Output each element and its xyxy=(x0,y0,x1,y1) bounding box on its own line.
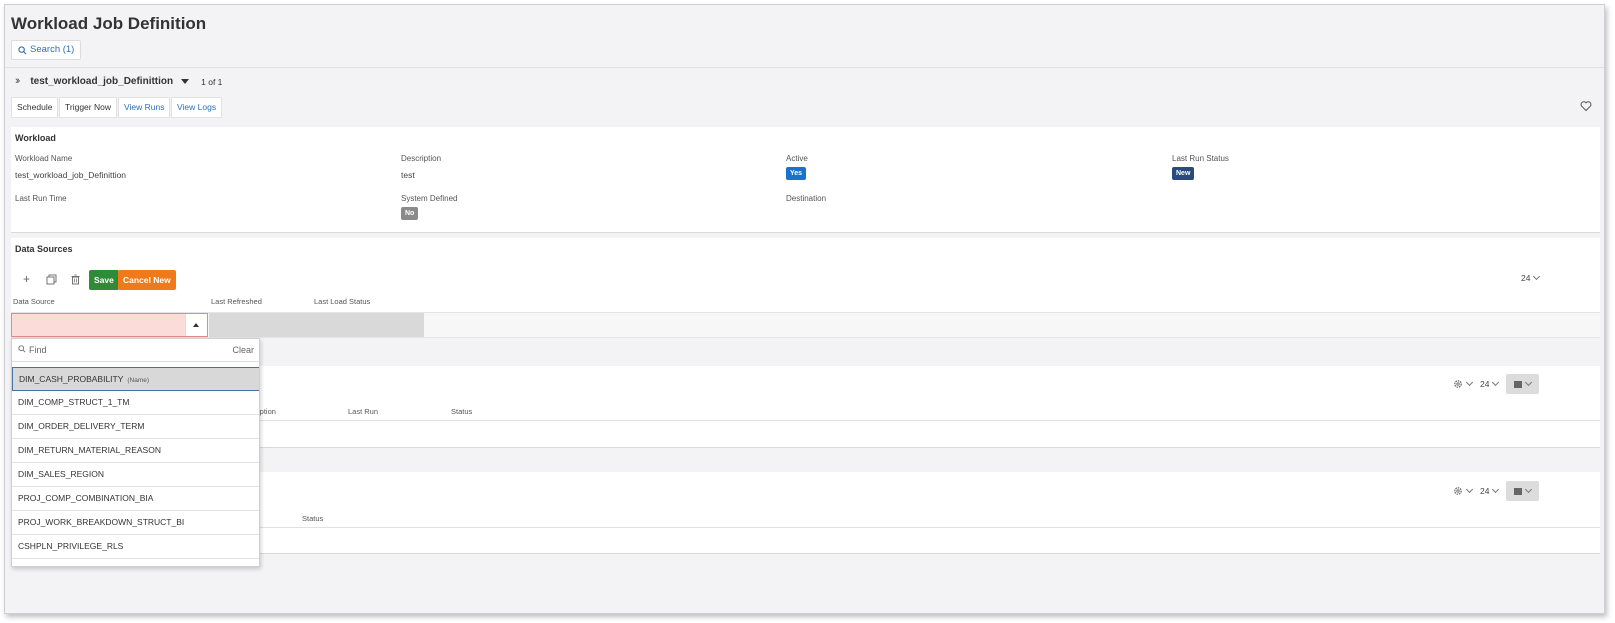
last-load-status-cell xyxy=(311,313,424,337)
caret-down-icon[interactable] xyxy=(181,78,190,84)
section-2-toolbar: 24 xyxy=(1453,374,1540,394)
column-header-last-refreshed[interactable]: Last Refreshed xyxy=(211,297,262,306)
chevron-down-icon xyxy=(1492,485,1500,494)
page-size-selector[interactable]: 24 xyxy=(1521,272,1541,283)
dropdown-option[interactable]: DIM_CASH_PROBABILITY (Name) xyxy=(12,367,259,391)
section-2-page-size-value: 24 xyxy=(1480,379,1490,389)
column-header-data-source[interactable]: Data Source xyxy=(13,297,55,306)
data-source-dropdown-list: Find Clear DIM_CASH_PROBABILITY (Name) DI… xyxy=(11,338,260,567)
dropdown-option[interactable]: PROJ_COMP_COMBINATION_BIA xyxy=(12,487,259,511)
last-run-status-label: Last Run Status xyxy=(1172,154,1229,163)
search-button[interactable]: Search (1) xyxy=(11,40,82,60)
column-header-status[interactable]: Status xyxy=(302,514,323,523)
divider xyxy=(5,67,1604,68)
delete-icon[interactable] xyxy=(70,274,81,285)
dropdown-option[interactable]: DIM_COMP_STRUCT_1_TM xyxy=(12,391,259,415)
search-button-label: Search (1) xyxy=(30,44,75,55)
description-value: test xyxy=(401,170,415,180)
system-defined-label: System Defined xyxy=(401,194,458,203)
page-size-value: 24 xyxy=(1521,273,1531,283)
last-refreshed-cell xyxy=(209,313,311,337)
option-hint: (Name) xyxy=(127,377,150,384)
duplicate-icon[interactable] xyxy=(46,274,57,285)
chevron-down-icon xyxy=(1525,485,1533,494)
active-badge: Yes xyxy=(786,167,807,180)
column-header-description-partial[interactable]: iption xyxy=(258,407,276,416)
section-2-page-size[interactable]: 24 xyxy=(1480,378,1500,389)
dropdown-find-bar: Find Clear xyxy=(12,339,259,362)
find-input[interactable]: Find xyxy=(29,345,47,355)
trigger-now-button[interactable]: Trigger Now xyxy=(59,97,117,118)
workload-name-label: Workload Name xyxy=(15,154,73,163)
record-title[interactable]: test_workload_job_Definittion xyxy=(30,76,173,87)
dropdown-toggle-button[interactable] xyxy=(185,314,207,336)
clear-button[interactable]: Clear xyxy=(232,345,254,355)
dropdown-option[interactable]: DIM_SALES_REGION xyxy=(12,463,259,487)
column-header-status[interactable]: Status xyxy=(451,407,472,416)
grid-icon xyxy=(1514,487,1523,495)
cancel-new-button[interactable]: Cancel New xyxy=(118,270,176,290)
dropdown-option[interactable]: CSHPLN_PRIVILEGE_RLS xyxy=(12,535,259,559)
description-label: Description xyxy=(401,154,442,163)
add-icon[interactable]: + xyxy=(21,273,32,285)
grid-view-button[interactable] xyxy=(1506,374,1540,394)
active-label: Active xyxy=(786,154,808,163)
record-selector: ›› test_workload_job_Definittion 1 of 1 xyxy=(15,75,222,87)
record-count: 1 of 1 xyxy=(201,77,223,87)
dropdown-option[interactable]: PROJ_WORK_BREAKDOWN_STRUCT_BI xyxy=(12,511,259,535)
view-runs-button[interactable]: View Runs xyxy=(118,97,171,118)
data-source-combobox[interactable] xyxy=(11,313,208,337)
search-icon xyxy=(18,345,26,353)
data-sources-title: Data Sources xyxy=(15,244,73,254)
settings-gear-icon[interactable] xyxy=(1453,485,1474,496)
dropdown-option[interactable]: DIM_ORDER_DELIVERY_TERM xyxy=(12,415,259,439)
save-button[interactable]: Save xyxy=(89,270,119,290)
workload-panel-title: Workload xyxy=(15,133,56,143)
section-3-page-size[interactable]: 24 xyxy=(1480,485,1500,496)
column-header-last-run[interactable]: Last Run xyxy=(348,407,378,416)
view-logs-button[interactable]: View Logs xyxy=(171,97,223,118)
grid-view-button[interactable] xyxy=(1506,481,1540,501)
system-defined-badge: No xyxy=(401,207,419,220)
dropdown-option[interactable]: DIM_ACTIVITY xyxy=(12,559,259,566)
chevron-down-icon xyxy=(1533,272,1541,281)
app-window: Workload Job Definition Search (1) ›› te… xyxy=(4,4,1605,614)
search-icon xyxy=(18,45,27,54)
option-label: DIM_CASH_PROBABILITY xyxy=(19,374,124,384)
schedule-button[interactable]: Schedule xyxy=(11,97,59,118)
caret-up-icon xyxy=(193,323,199,327)
workload-panel: Workload Workload Name test_workload_job… xyxy=(11,127,1600,233)
workload-name-value: test_workload_job_Definittion xyxy=(15,170,127,180)
settings-gear-icon[interactable] xyxy=(1453,378,1474,389)
favorite-heart-icon[interactable] xyxy=(1580,100,1592,112)
section-3-page-size-value: 24 xyxy=(1480,486,1490,496)
chevron-down-icon xyxy=(1492,378,1500,387)
last-run-status-badge: New xyxy=(1172,167,1195,180)
dropdown-option[interactable]: DIM_RETURN_MATERIAL_REASON xyxy=(12,439,259,463)
grid-icon xyxy=(1514,380,1523,388)
column-header-last-load-status[interactable]: Last Load Status xyxy=(314,297,370,306)
expand-double-chevron-icon[interactable]: ›› xyxy=(15,75,21,87)
page-title: Workload Job Definition xyxy=(11,14,207,33)
destination-label: Destination xyxy=(786,194,827,203)
section-3-toolbar: 24 xyxy=(1453,481,1540,501)
chevron-down-icon xyxy=(1525,378,1533,387)
last-run-time-label: Last Run Time xyxy=(15,194,67,203)
